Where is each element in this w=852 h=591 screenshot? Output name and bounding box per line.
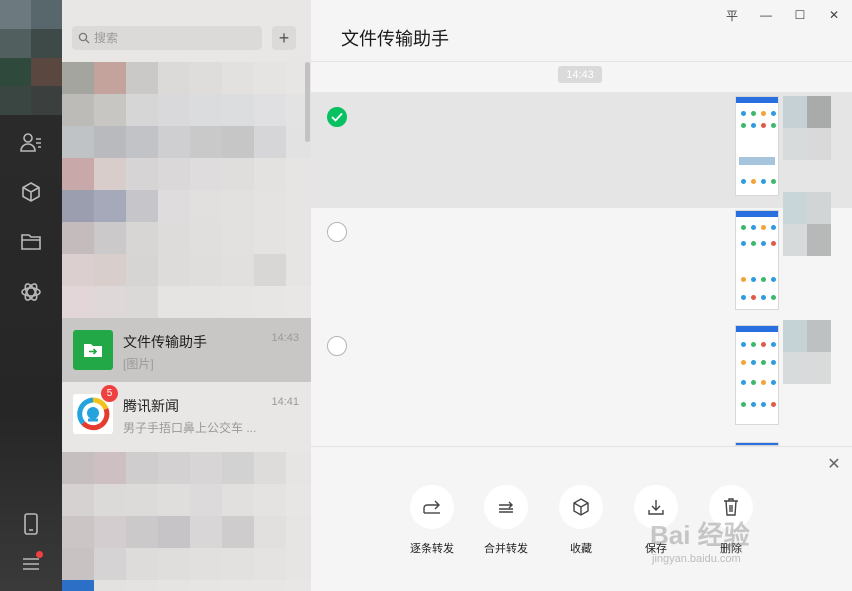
conversation-name: 腾讯新闻 — [123, 398, 179, 414]
list-scrollbar[interactable] — [305, 62, 310, 142]
message-timestamp: 14:43 — [558, 66, 602, 83]
conversation-tencent-news[interactable]: 5 腾讯新闻 14:41 男子手捂口鼻上公交车 ... — [62, 382, 311, 446]
message-row[interactable] — [311, 92, 852, 208]
close-window-button[interactable]: ✕ — [823, 6, 845, 24]
notification-dot — [36, 551, 43, 558]
nav-rail — [0, 0, 62, 591]
blurred-conversations-bottom — [62, 452, 311, 591]
forward-icon[interactable] — [410, 485, 454, 529]
unread-badge: 5 — [101, 385, 118, 402]
save-action[interactable]: 保存 — [626, 485, 686, 556]
chat-panel: 文件传输助手 平 — ☐ ✕ 14:43 ✕ 逐条转发 合并转发 收藏 保存 删… — [311, 0, 852, 591]
forward-one-by-one-action[interactable]: 逐条转发 — [402, 485, 462, 556]
favorite-cube-icon[interactable] — [559, 485, 603, 529]
conversation-file-transfer[interactable]: 文件传输助手 14:43 [图片] — [62, 318, 311, 382]
delete-action[interactable]: 删除 — [701, 485, 761, 556]
conversation-time: 14:41 — [271, 396, 299, 408]
message-row[interactable] — [311, 192, 852, 318]
moments-icon[interactable] — [17, 278, 45, 306]
image-thumbnail[interactable] — [735, 210, 779, 310]
message-select-checkbox[interactable] — [327, 222, 347, 242]
maximize-button[interactable]: ☐ — [789, 6, 811, 24]
image-thumbnail[interactable] — [735, 325, 779, 425]
search-icon — [78, 32, 90, 44]
add-button[interactable]: + — [272, 26, 296, 50]
close-multiselect-button[interactable]: ✕ — [825, 455, 843, 473]
blurred-conversations-top — [62, 62, 311, 318]
action-label: 删除 — [720, 543, 742, 555]
favorite-action[interactable]: 收藏 — [551, 485, 611, 556]
sender-avatar — [783, 192, 831, 256]
save-download-icon[interactable] — [634, 485, 678, 529]
mini-program-cube-icon[interactable] — [17, 178, 45, 206]
conversation-name: 文件传输助手 — [123, 334, 207, 350]
conversation-time: 14:43 — [271, 332, 299, 344]
search-input[interactable] — [94, 31, 244, 45]
chat-header: 文件传输助手 平 — ☐ ✕ — [311, 0, 852, 62]
chat-title: 文件传输助手 — [341, 29, 449, 49]
file-transfer-avatar-icon — [73, 330, 113, 370]
search-box[interactable] — [72, 26, 262, 50]
pin-button[interactable]: 平 — [721, 6, 743, 24]
trash-icon[interactable] — [709, 485, 753, 529]
action-label: 保存 — [645, 543, 667, 555]
message-select-checkbox-checked[interactable] — [327, 107, 347, 127]
action-label: 合并转发 — [484, 543, 528, 555]
sender-avatar — [783, 320, 831, 384]
menu-icon[interactable] — [17, 550, 45, 578]
minimize-button[interactable]: — — [755, 6, 777, 24]
conversation-preview: 男子手捂口鼻上公交车 ... — [123, 421, 257, 435]
wechat-window: + 文件传输助手 14:43 [图片] — [0, 0, 852, 591]
multi-select-action-bar: ✕ 逐条转发 合并转发 收藏 保存 删除 — [311, 446, 852, 591]
merge-forward-icon[interactable] — [484, 485, 528, 529]
contacts-icon[interactable] — [17, 128, 45, 156]
conversation-list: + 文件传输助手 14:43 [图片] — [62, 0, 311, 591]
merge-forward-action[interactable]: 合并转发 — [476, 485, 536, 556]
action-label: 逐条转发 — [410, 543, 454, 555]
image-thumbnail[interactable] — [735, 96, 779, 196]
phone-icon[interactable] — [17, 510, 45, 538]
conversation-preview: [图片] — [123, 357, 154, 371]
check-icon — [331, 112, 343, 122]
user-avatar[interactable] — [0, 0, 62, 115]
message-select-checkbox[interactable] — [327, 336, 347, 356]
action-label: 收藏 — [570, 543, 592, 555]
sender-avatar — [783, 96, 831, 160]
message-row[interactable] — [311, 318, 852, 442]
folder-icon[interactable] — [17, 228, 45, 256]
